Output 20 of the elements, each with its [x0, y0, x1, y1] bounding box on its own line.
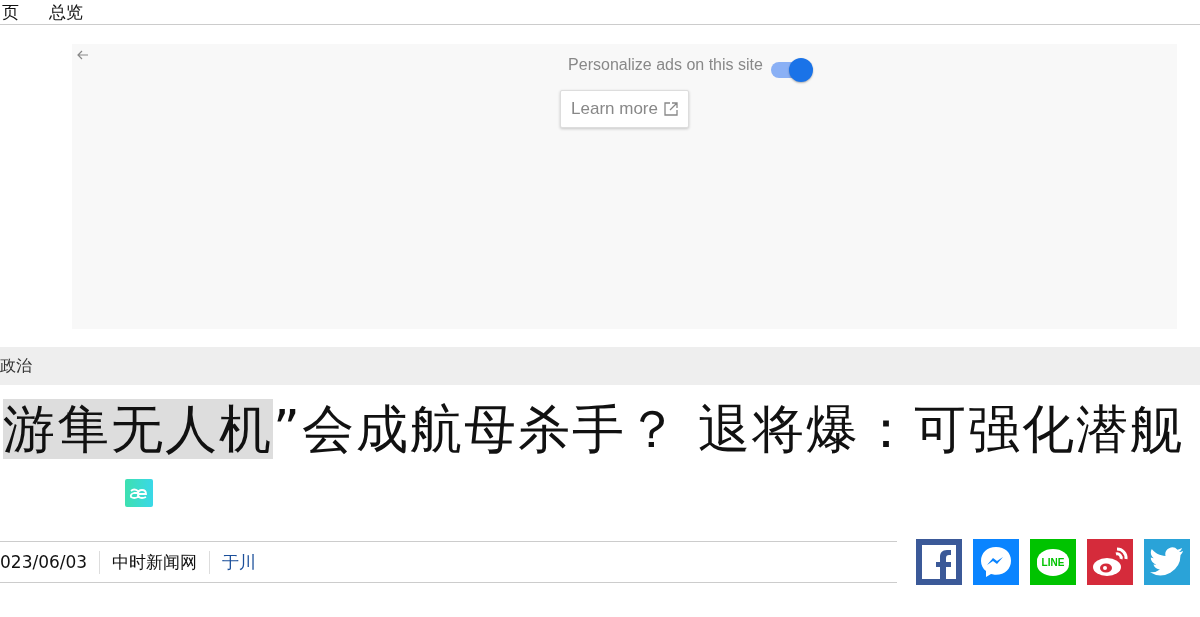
share-button[interactable] [1087, 539, 1133, 585]
share-button[interactable] [916, 539, 962, 585]
publish-date: 023/06/03 [0, 552, 89, 572]
weibo-icon [1091, 545, 1129, 579]
share-button[interactable] [973, 539, 1019, 585]
learn-more-button[interactable]: Learn more [560, 90, 689, 128]
share-button[interactable] [1144, 539, 1190, 585]
external-link-icon [663, 102, 678, 116]
bird-icon [1150, 547, 1184, 577]
toggle-label: Personalize ads on this site [568, 56, 763, 74]
facebook-icon [920, 543, 958, 581]
headline: 游隼无人机”会成航母杀手？ 退将爆：可强化潜舰 [3, 398, 1186, 461]
messenger-icon [978, 544, 1014, 580]
source-name: 中时新闻网 [99, 550, 210, 574]
author-link[interactable]: 于川 [209, 550, 269, 574]
nav-link[interactable]: 页 [2, 0, 19, 24]
back-arrow-icon[interactable] [77, 50, 89, 60]
nav-link[interactable]: 总览 [49, 0, 83, 24]
category-label: 政治 [0, 355, 32, 377]
line-icon: LINE [1036, 548, 1070, 576]
